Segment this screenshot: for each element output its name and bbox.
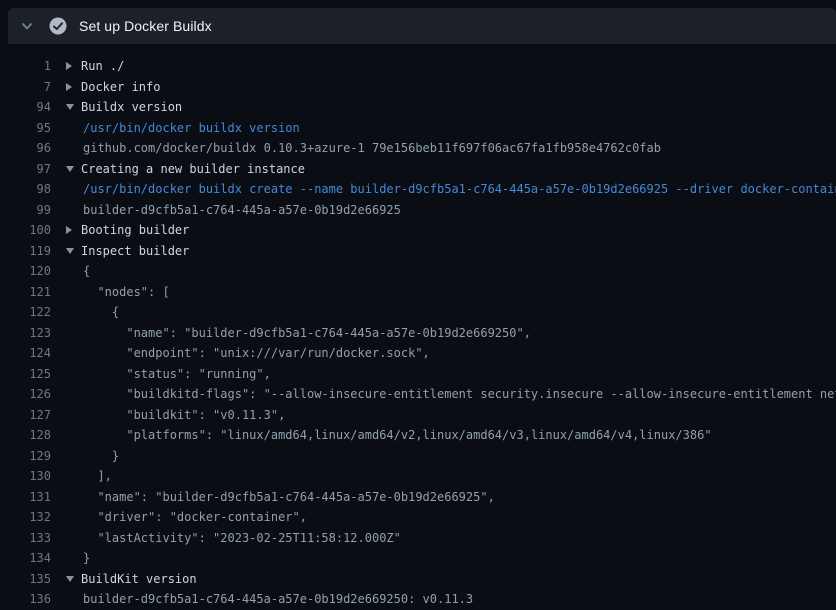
log-line-text: Docker info [81, 80, 160, 94]
log-line-text: Run ./ [81, 59, 124, 73]
caret-down-icon [66, 576, 81, 582]
log-line-text: "lastActivity": "2023-02-25T11:58:12.000… [83, 531, 401, 545]
log-line-text: builder-d9cfb5a1-c764-445a-a57e-0b19d2e6… [83, 592, 473, 606]
step-title: Set up Docker Buildx [79, 18, 212, 34]
log-line: 127 "buildkit": "v0.11.3", [0, 405, 836, 426]
log-line-text: Inspect builder [81, 244, 189, 258]
log-line-text: "platforms": "linux/amd64,linux/amd64/v2… [83, 428, 712, 442]
log-line[interactable]: 135 BuildKit version [0, 569, 836, 590]
log-line: 126 "buildkitd-flags": "--allow-insecure… [0, 384, 836, 405]
log-line-text: "name": "builder-d9cfb5a1-c764-445a-a57e… [83, 490, 495, 504]
line-number[interactable]: 122 [0, 305, 51, 319]
line-number[interactable]: 136 [0, 592, 51, 606]
log-line-text: BuildKit version [81, 572, 197, 586]
log-line-text: Buildx version [81, 100, 182, 114]
line-number[interactable]: 133 [0, 531, 51, 545]
line-number[interactable]: 97 [0, 162, 51, 176]
log-line: 132 "driver": "docker-container", [0, 507, 836, 528]
log-line: 136 builder-d9cfb5a1-c764-445a-a57e-0b19… [0, 589, 836, 610]
line-number[interactable]: 98 [0, 182, 51, 196]
line-number[interactable]: 96 [0, 141, 51, 155]
log-line-text: /usr/bin/docker buildx version [83, 121, 300, 135]
log-line: 129 } [0, 446, 836, 467]
line-number[interactable]: 127 [0, 408, 51, 422]
log-line: 131 "name": "builder-d9cfb5a1-c764-445a-… [0, 487, 836, 508]
line-number[interactable]: 100 [0, 223, 51, 237]
log-line: 124 "endpoint": "unix:///var/run/docker.… [0, 343, 836, 364]
log-container: 1 Run ./ 7 Docker info 94 Buildx version… [0, 44, 836, 604]
log-line-text: Booting builder [81, 223, 189, 237]
line-number[interactable]: 124 [0, 346, 51, 360]
log-line[interactable]: 1 Run ./ [0, 56, 836, 77]
caret-right-icon [66, 226, 81, 234]
line-number[interactable]: 119 [0, 244, 51, 258]
log-line-text: "nodes": [ [83, 285, 170, 299]
line-number[interactable]: 123 [0, 326, 51, 340]
log-line: 120 { [0, 261, 836, 282]
log-line[interactable]: 97 Creating a new builder instance [0, 159, 836, 180]
log-line: 121 "nodes": [ [0, 282, 836, 303]
log-line[interactable]: 94 Buildx version [0, 97, 836, 118]
line-number[interactable]: 120 [0, 264, 51, 278]
log-line-text: github.com/docker/buildx 0.10.3+azure-1 … [83, 141, 661, 155]
log-line-text: "status": "running", [83, 367, 271, 381]
log-line-text: Creating a new builder instance [81, 162, 305, 176]
line-number[interactable]: 99 [0, 203, 51, 217]
log-line: 134 } [0, 548, 836, 569]
log-line: 125 "status": "running", [0, 364, 836, 385]
line-number[interactable]: 132 [0, 510, 51, 524]
caret-right-icon [66, 62, 81, 70]
caret-down-icon [66, 166, 81, 172]
log-line-text: "endpoint": "unix:///var/run/docker.sock… [83, 346, 430, 360]
line-number[interactable]: 7 [0, 80, 51, 94]
line-number[interactable]: 121 [0, 285, 51, 299]
line-number[interactable]: 129 [0, 449, 51, 463]
log-line-text: builder-d9cfb5a1-c764-445a-a57e-0b19d2e6… [83, 203, 401, 217]
line-number[interactable]: 128 [0, 428, 51, 442]
log-line: 133 "lastActivity": "2023-02-25T11:58:12… [0, 528, 836, 549]
log-line: 130 ], [0, 466, 836, 487]
log-line[interactable]: 119 Inspect builder [0, 241, 836, 262]
log-line-text: "buildkitd-flags": "--allow-insecure-ent… [83, 387, 836, 401]
step-header[interactable]: Set up Docker Buildx [8, 8, 836, 44]
log-line: 122 { [0, 302, 836, 323]
log-line: 98 /usr/bin/docker buildx create --name … [0, 179, 836, 200]
log-line: 95 /usr/bin/docker buildx version [0, 118, 836, 139]
log-line: 96 github.com/docker/buildx 0.10.3+azure… [0, 138, 836, 159]
log-line-text: { [83, 305, 119, 319]
line-number[interactable]: 135 [0, 572, 51, 586]
chevron-down-icon[interactable] [19, 18, 35, 34]
caret-down-icon [66, 248, 81, 254]
log-line-text: "name": "builder-d9cfb5a1-c764-445a-a57e… [83, 326, 531, 340]
log-line-text: ], [83, 469, 112, 483]
log-line-text: { [83, 264, 90, 278]
log-line[interactable]: 7 Docker info [0, 77, 836, 98]
line-number[interactable]: 134 [0, 551, 51, 565]
log-line-text: } [83, 551, 90, 565]
log-line-text: /usr/bin/docker buildx create --name bui… [83, 182, 836, 196]
check-circle-icon [49, 17, 67, 35]
line-number[interactable]: 125 [0, 367, 51, 381]
line-number[interactable]: 131 [0, 490, 51, 504]
line-number[interactable]: 95 [0, 121, 51, 135]
log-line: 123 "name": "builder-d9cfb5a1-c764-445a-… [0, 323, 836, 344]
log-line-text: } [83, 449, 119, 463]
caret-right-icon [66, 83, 81, 91]
line-number[interactable]: 130 [0, 469, 51, 483]
log-line-text: "buildkit": "v0.11.3", [83, 408, 285, 422]
log-line[interactable]: 100 Booting builder [0, 220, 836, 241]
caret-down-icon [66, 104, 81, 110]
line-number[interactable]: 1 [0, 59, 51, 73]
log-line-text: "driver": "docker-container", [83, 510, 307, 524]
log-line: 128 "platforms": "linux/amd64,linux/amd6… [0, 425, 836, 446]
line-number[interactable]: 126 [0, 387, 51, 401]
log-line: 99 builder-d9cfb5a1-c764-445a-a57e-0b19d… [0, 200, 836, 221]
line-number[interactable]: 94 [0, 100, 51, 114]
